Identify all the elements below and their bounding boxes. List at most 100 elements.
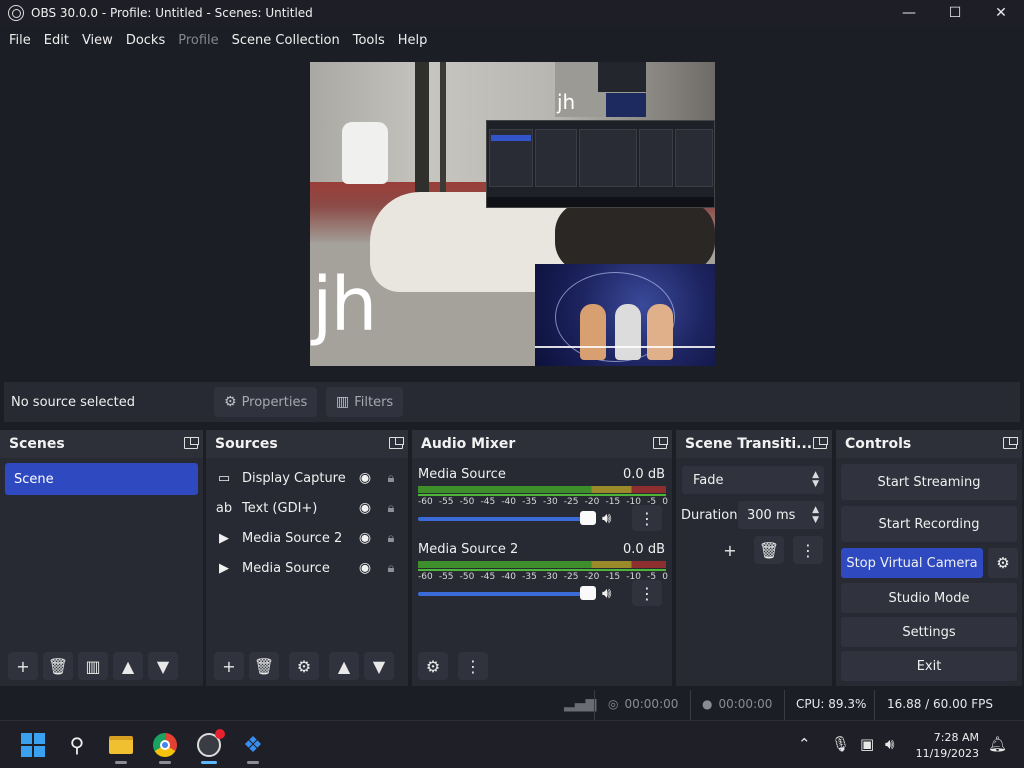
undock-icon[interactable] xyxy=(389,436,404,449)
mixer-options-button[interactable]: ⋮ xyxy=(632,580,662,606)
controls-dock: Controls Start Streaming Start Recording… xyxy=(836,430,1022,686)
title-bar: OBS 30.0.0 - Profile: Untitled - Scenes:… xyxy=(0,0,1024,26)
volume-slider[interactable] xyxy=(418,517,596,521)
scene-list-item[interactable]: Scene xyxy=(5,463,198,495)
network-signal-icon: ▂▄▆ xyxy=(564,696,597,712)
filter-icon: ▥ xyxy=(336,394,350,410)
transition-options-button[interactable]: ⋮ xyxy=(793,536,823,564)
audio-mixer-menu-button[interactable]: ⋮ xyxy=(458,652,488,680)
move-source-down-button[interactable]: ▼ xyxy=(364,652,394,680)
add-transition-button[interactable]: + xyxy=(715,536,745,564)
add-source-button[interactable]: + xyxy=(214,652,244,680)
dock-title: Controls xyxy=(836,430,1022,458)
close-button[interactable]: ✕ xyxy=(978,0,1024,26)
volume-slider-handle[interactable] xyxy=(580,586,596,600)
lock-icon[interactable]: 🔒︎ xyxy=(383,531,399,546)
properties-button[interactable]: ⚙ Properties xyxy=(214,387,318,417)
maximize-button[interactable]: ☐ xyxy=(932,0,978,26)
dock-title: Scene Transiti... xyxy=(676,430,832,458)
stop-virtual-camera-button[interactable]: Stop Virtual Camera xyxy=(841,548,983,578)
obs-window: OBS 30.0.0 - Profile: Untitled - Scenes:… xyxy=(0,0,1024,768)
notifications-icon[interactable]: 🔔︎ xyxy=(988,735,1007,753)
speaker-icon[interactable]: 🔊︎ xyxy=(602,509,611,527)
undock-icon[interactable] xyxy=(653,436,668,449)
eye-icon[interactable]: ◉ xyxy=(355,560,375,576)
dock-title: Sources xyxy=(206,430,408,458)
speaker-icon[interactable]: 🔊︎ xyxy=(602,584,611,602)
remove-scene-button[interactable]: 🗑 xyxy=(43,652,73,680)
selected-source-label: No source selected xyxy=(11,395,135,410)
lock-icon[interactable]: 🔒︎ xyxy=(383,501,399,516)
move-source-up-button[interactable]: ▲ xyxy=(329,652,359,680)
app-rabbit-icon[interactable]: ❖ xyxy=(239,731,267,759)
menu-help[interactable]: Help xyxy=(393,33,433,48)
spinner-icon[interactable]: ▲ ▼ xyxy=(812,505,819,525)
menu-bar: File Edit View Docks Profile Scene Colle… xyxy=(0,26,1024,54)
source-item-display-capture[interactable]: ▭ Display Capture ◉ 🔒︎ xyxy=(214,463,399,493)
lock-icon[interactable]: 🔒︎ xyxy=(383,561,399,576)
source-item-media-source-2[interactable]: ▶ Media Source 2 ◉ 🔒︎ xyxy=(214,523,399,553)
menu-edit[interactable]: Edit xyxy=(39,33,74,48)
system-clock[interactable]: 7:28 AM 11/19/2023 xyxy=(916,730,979,762)
undock-icon[interactable] xyxy=(1003,436,1018,449)
start-button[interactable] xyxy=(19,731,47,759)
lock-icon[interactable]: 🔒︎ xyxy=(383,471,399,486)
menu-view[interactable]: View xyxy=(77,33,118,48)
gear-icon: ⚙ xyxy=(224,394,237,410)
show-hidden-icons[interactable]: ⌃ xyxy=(798,735,811,753)
microphone-icon[interactable]: 🎙︎ xyxy=(831,735,850,753)
mixer-options-button[interactable]: ⋮ xyxy=(632,505,662,531)
exit-button[interactable]: Exit xyxy=(841,651,1017,681)
preview-canvas[interactable]: jh jh xyxy=(310,62,715,366)
filters-button[interactable]: ▥ Filters xyxy=(326,387,404,417)
network-icon[interactable]: ▣ xyxy=(860,735,874,753)
move-scene-down-button[interactable]: ▼ xyxy=(148,652,178,680)
remove-source-button[interactable]: 🗑 xyxy=(249,652,279,680)
menu-profile[interactable]: Profile xyxy=(173,33,223,48)
transition-select[interactable]: Fade ▲ ▼ xyxy=(682,466,824,494)
dock-title: Scenes xyxy=(0,430,203,458)
source-item-media-source[interactable]: ▶ Media Source ◉ 🔒︎ xyxy=(214,553,399,583)
obs-taskbar-icon[interactable] xyxy=(195,729,225,759)
source-properties-button[interactable]: ⚙ xyxy=(289,652,319,680)
file-explorer-icon[interactable] xyxy=(107,731,135,759)
minimize-button[interactable]: — xyxy=(886,0,932,26)
menu-file[interactable]: File xyxy=(4,33,36,48)
cpu-usage: CPU: 89.3% xyxy=(796,697,867,711)
volume-slider[interactable] xyxy=(418,592,596,596)
window-title: OBS 30.0.0 - Profile: Untitled - Scenes:… xyxy=(31,6,313,20)
eye-icon[interactable]: ◉ xyxy=(355,500,375,516)
volume-icon[interactable]: 🔊︎ xyxy=(885,735,894,753)
mixer-channel-media-source: Media Source 0.0 dB -60 -55 -50 -45 -40 -35 -3… xyxy=(418,467,669,537)
windows-taskbar: ⚲ ❖ ⌃ 🎙︎ ▣ 🔊︎ 7:28 AM 11/19/2023 🔔︎ xyxy=(0,720,1024,768)
scenes-dock: Scenes Scene + 🗑 ▥ ▲ ▼ xyxy=(0,430,203,686)
start-recording-button[interactable]: Start Recording xyxy=(841,506,1017,542)
preview-area: jh jh xyxy=(0,54,1024,380)
duration-input[interactable]: 300 ms ▲ ▼ xyxy=(738,501,824,529)
eye-icon[interactable]: ◉ xyxy=(355,530,375,546)
settings-button[interactable]: Settings xyxy=(841,617,1017,647)
menu-scene-collection[interactable]: Scene Collection xyxy=(227,33,345,48)
eye-icon[interactable]: ◉ xyxy=(355,470,375,486)
scene-filters-button[interactable]: ▥ xyxy=(78,652,108,680)
text-icon: ab xyxy=(215,500,233,516)
menu-docks[interactable]: Docks xyxy=(121,33,170,48)
start-streaming-button[interactable]: Start Streaming xyxy=(841,464,1017,500)
volume-meter xyxy=(418,486,666,493)
undock-icon[interactable] xyxy=(184,436,199,449)
audio-settings-button[interactable]: ⚙ xyxy=(418,652,448,680)
volume-slider-handle[interactable] xyxy=(580,511,596,525)
undock-icon[interactable] xyxy=(813,436,828,449)
text-overlay-small: jh xyxy=(557,90,576,114)
source-item-text[interactable]: ab Text (GDI+) ◉ 🔒︎ xyxy=(214,493,399,523)
windows-logo-icon xyxy=(21,733,45,757)
move-scene-up-button[interactable]: ▲ xyxy=(113,652,143,680)
chrome-icon[interactable] xyxy=(151,731,179,759)
virtual-camera-settings-button[interactable]: ⚙ xyxy=(988,548,1018,578)
studio-mode-button[interactable]: Studio Mode xyxy=(841,583,1017,613)
menu-tools[interactable]: Tools xyxy=(348,33,390,48)
add-scene-button[interactable]: + xyxy=(8,652,38,680)
search-icon[interactable]: ⚲ xyxy=(63,731,91,759)
monitor-icon: ▭ xyxy=(217,470,231,486)
remove-transition-button[interactable]: 🗑 xyxy=(754,536,784,564)
